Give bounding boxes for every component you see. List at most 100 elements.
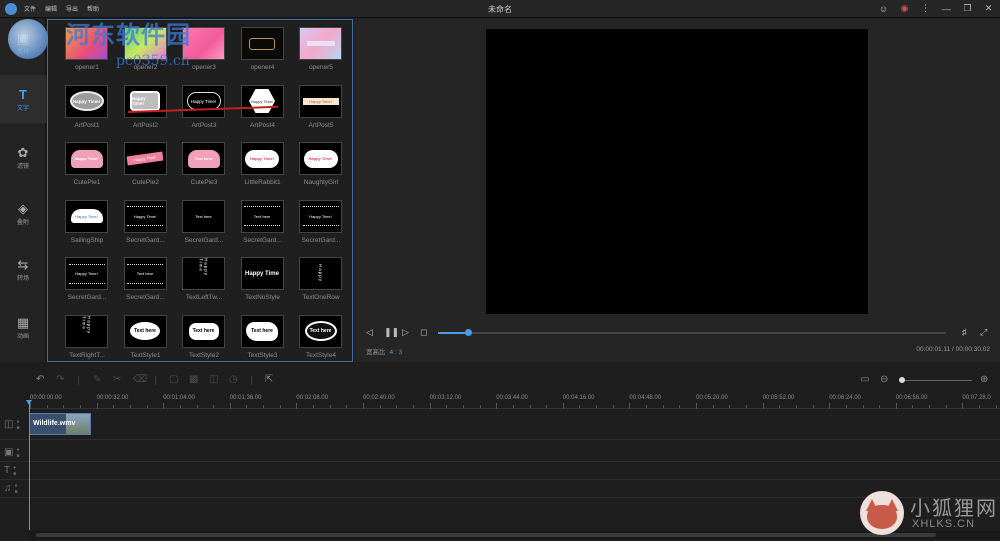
freeze-frame-icon[interactable]: ◫: [209, 374, 218, 386]
cut-icon[interactable]: ✂: [113, 374, 121, 386]
template-tile[interactable]: opener5: [292, 25, 350, 82]
timeline-horizontal-scrollbar[interactable]: [28, 531, 1000, 539]
template-tile[interactable]: opener2: [117, 25, 175, 82]
template-thumbnail[interactable]: Text here: [299, 314, 342, 348]
template-tile[interactable]: Text here TextStyle1: [117, 313, 175, 370]
menu-file[interactable]: 文件: [24, 4, 36, 13]
track-lock-icon[interactable]: ● ■: [16, 447, 19, 459]
redo-icon[interactable]: ↷: [56, 374, 64, 386]
template-thumbnail[interactable]: Happy Time: [65, 314, 108, 348]
template-thumbnail[interactable]: Happy Time!: [299, 142, 342, 175]
template-thumbnail[interactable]: [123, 27, 167, 60]
music-track[interactable]: ♫ ● ■: [0, 480, 1000, 498]
template-tile[interactable]: opener4: [234, 25, 292, 82]
restore-icon[interactable]: ❐: [962, 3, 973, 14]
fullscreen-icon[interactable]: ⤢: [980, 327, 987, 338]
undo-icon[interactable]: ↶: [36, 374, 44, 386]
aspect-ratio-value[interactable]: 4 : 3: [390, 349, 403, 356]
timeline-scroll-thumb[interactable]: [36, 533, 936, 537]
template-tile[interactable]: Text here TextStyle4: [292, 313, 350, 370]
menu-help[interactable]: 帮助: [87, 4, 99, 13]
sidebar-item-filter[interactable]: ✿ 滤镜: [0, 133, 46, 181]
template-tile[interactable]: opener3: [175, 25, 233, 82]
playback-scrubber-handle[interactable]: [465, 329, 473, 336]
stop-icon[interactable]: ◻: [420, 327, 427, 338]
template-tile[interactable]: Happy Time! SecretGard...: [292, 198, 350, 255]
template-tile[interactable]: Text here SecretGard...: [234, 198, 292, 255]
template-thumbnail[interactable]: [182, 27, 225, 60]
duration-icon[interactable]: ◷: [229, 374, 238, 386]
template-thumbnail[interactable]: Happy Time!: [65, 257, 108, 290]
template-thumbnail[interactable]: Text here: [182, 199, 225, 233]
video-clip[interactable]: Wildlife.wmv: [29, 413, 91, 435]
template-thumbnail[interactable]: Happy Time!: [65, 199, 108, 233]
template-thumbnail[interactable]: Text here: [240, 314, 284, 348]
template-tile[interactable]: Happy Time! ArtPost4: [234, 83, 292, 140]
template-tile[interactable]: Happy Time! CutePie1: [58, 140, 116, 197]
step-back-icon[interactable]: ◁: [366, 327, 373, 338]
sidebar-item-text[interactable]: T 文字: [0, 75, 46, 123]
template-thumbnail[interactable]: Happy Time!: [123, 142, 167, 175]
text-track[interactable]: T ● ■: [0, 462, 1000, 480]
template-thumbnail[interactable]: Text here: [240, 199, 284, 233]
pause-icon[interactable]: ❚❚: [384, 327, 399, 338]
template-thumbnail[interactable]: [65, 27, 108, 60]
template-tile[interactable]: Text here TextStyle3: [234, 313, 292, 370]
template-tile[interactable]: Happy Time! SecretGard...: [117, 198, 175, 255]
playback-scrubber[interactable]: [438, 329, 946, 336]
playhead-line[interactable]: [29, 400, 30, 530]
template-thumbnail[interactable]: Text here: [182, 314, 225, 348]
minimize-icon[interactable]: —: [941, 3, 952, 14]
template-tile[interactable]: Text here SecretGard...: [175, 198, 233, 255]
template-tile[interactable]: Happy Time! SecretGard...: [58, 255, 116, 312]
mosaic-icon[interactable]: ▩: [189, 374, 198, 386]
template-thumbnail[interactable]: Happy Time!: [240, 84, 284, 118]
zoom-out-icon[interactable]: ⊖: [880, 374, 888, 386]
track-lock-icon[interactable]: ● ■: [13, 465, 16, 477]
template-thumbnail[interactable]: [240, 27, 284, 60]
template-tile[interactable]: Happy Time! ArtPost1: [58, 83, 116, 140]
step-forward-icon[interactable]: ▷: [402, 327, 409, 338]
template-thumbnail[interactable]: Happy Time!: [299, 84, 342, 118]
sidebar-item-overlay[interactable]: ◈ 叠附: [0, 189, 46, 237]
feedback-icon[interactable]: ◉: [899, 3, 910, 14]
timeline-zoom-handle[interactable]: [899, 377, 906, 383]
template-thumbnail[interactable]: Happy: [299, 257, 342, 290]
template-tile[interactable]: Happy Time! CutePie2: [117, 140, 175, 197]
timeline-zoom-slider[interactable]: [900, 380, 972, 381]
track-lock-icon[interactable]: ● ■: [16, 419, 19, 431]
template-tile[interactable]: Happy TextOneRow: [292, 255, 350, 312]
video-track[interactable]: ◫ ● ■ Wildlife.wmv: [0, 410, 1000, 440]
template-thumbnail[interactable]: Happy Time!: [240, 142, 284, 175]
template-thumbnail[interactable]: Text here: [123, 257, 167, 290]
aspect-ratio-selector[interactable]: 宽高比 4 : 3: [366, 346, 402, 356]
template-thumbnail[interactable]: Happy Time!: [123, 199, 167, 233]
sidebar-item-animation[interactable]: ▦ 动画: [0, 303, 46, 351]
sidebar-item-media[interactable]: ▣ 素材: [0, 19, 46, 67]
template-tile[interactable]: Happy Time TextNoStyle: [234, 255, 292, 312]
volume-icon[interactable]: ♯: [962, 327, 967, 338]
sidebar-item-transition[interactable]: ⇆ 转场: [0, 245, 46, 293]
overlay-track[interactable]: ▣ ● ■: [0, 444, 1000, 462]
template-tile[interactable]: opener1: [58, 25, 116, 82]
template-tile[interactable]: Happy Time! SailingShip: [58, 198, 116, 255]
fit-timeline-icon[interactable]: ▭: [860, 374, 869, 386]
template-thumbnail[interactable]: [299, 27, 342, 60]
timeline-ruler[interactable]: 00:00:00.00 00:00:32.00 00:01:04.00 00:01:3…: [28, 393, 1000, 409]
template-tile[interactable]: Text here CutePie3: [175, 140, 233, 197]
template-thumbnail[interactable]: Text here: [123, 314, 167, 348]
template-tile[interactable]: Happy Time! NaughtyGirl: [292, 140, 350, 197]
export-share-icon[interactable]: ⇱: [265, 374, 273, 386]
menu-export[interactable]: 导出: [66, 4, 78, 13]
template-tile[interactable]: Happy Time TextRightT...: [58, 313, 116, 370]
more-menu-icon[interactable]: ⋮: [920, 3, 931, 14]
zoom-in-icon[interactable]: ⊕: [980, 374, 988, 386]
template-thumbnail[interactable]: Happy Time: [182, 257, 225, 290]
template-tile[interactable]: Happy Time TextLeftTw...: [175, 255, 233, 312]
edit-pencil-icon[interactable]: ✎: [93, 374, 101, 386]
menu-edit[interactable]: 编辑: [45, 4, 57, 13]
delete-icon[interactable]: ⌫: [133, 374, 147, 386]
template-thumbnail[interactable]: Happy Time: [240, 257, 284, 290]
template-tile[interactable]: Text here SecretGard...: [117, 255, 175, 312]
close-icon[interactable]: ✕: [983, 3, 994, 14]
